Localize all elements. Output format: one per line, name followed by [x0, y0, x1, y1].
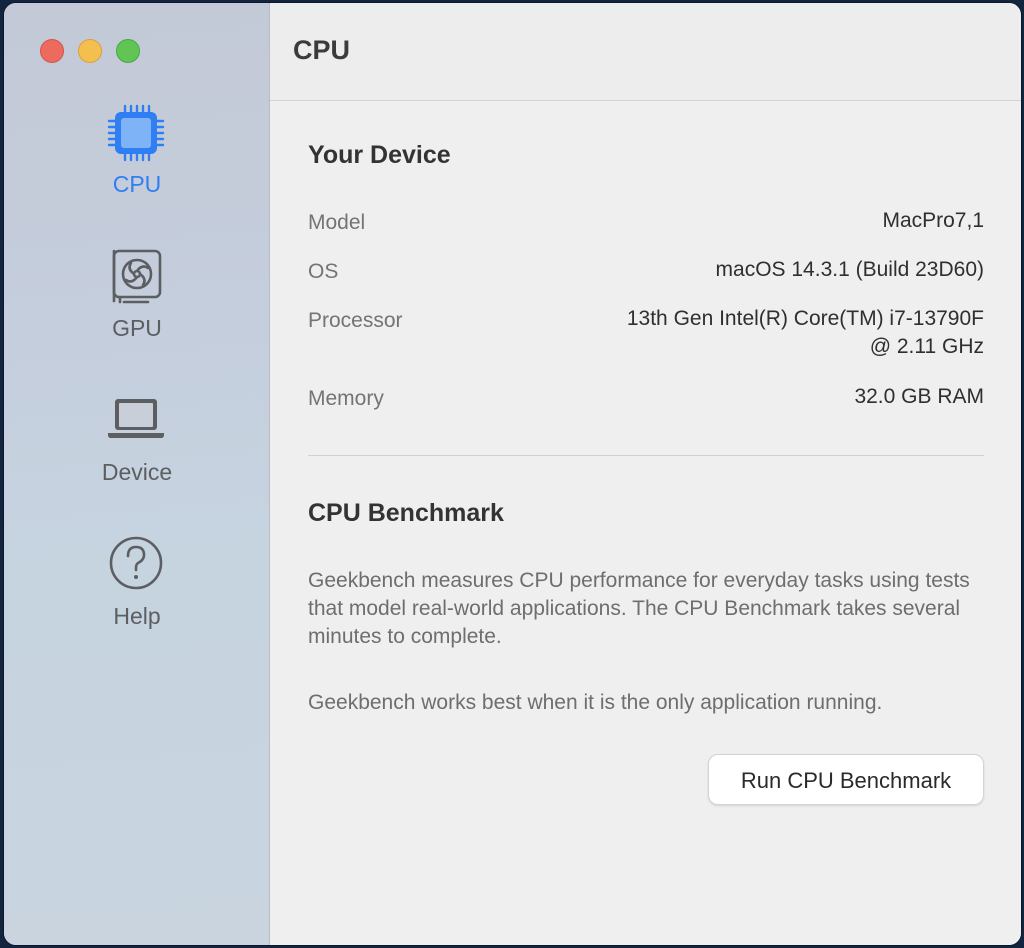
sidebar-item-label: Help — [113, 603, 161, 629]
os-value: macOS 14.3.1 (Build 23D60) — [715, 258, 984, 281]
page-title: CPU — [293, 35, 351, 65]
processor-value: 13th Gen Intel(R) Core(TM) i7-13790F @ 2… — [627, 305, 984, 361]
run-cpu-benchmark-button[interactable]: Run CPU Benchmark — [708, 754, 984, 805]
processor-value-line-1: 13th Gen Intel(R) Core(TM) i7-13790F — [626, 307, 984, 330]
zoom-window-button[interactable] — [116, 39, 140, 63]
memory-value: 32.0 GB RAM — [854, 385, 984, 408]
cpu-chip-icon — [107, 104, 165, 162]
section-heading-device: Your Device — [308, 141, 451, 169]
sidebar-item-device[interactable]: Device — [4, 389, 270, 513]
question-circle-icon — [109, 536, 163, 590]
memory-label: Memory — [308, 387, 384, 410]
content-pane: CPU Your Device Model MacPro7,1 OS macOS… — [270, 3, 1021, 945]
gpu-card-icon — [112, 249, 162, 304]
benchmark-note: Geekbench works best when it is the only… — [308, 691, 883, 714]
title-bar: CPU — [270, 3, 1021, 101]
sidebar-item-cpu[interactable]: CPU — [4, 101, 270, 225]
minimize-window-button[interactable] — [78, 39, 102, 63]
app-window: CPU GPU Device Help CPU Your Device Mode… — [4, 3, 1021, 945]
sidebar-item-label: Device — [101, 459, 173, 485]
sidebar-item-label: CPU — [112, 171, 162, 197]
sidebar-item-gpu[interactable]: GPU — [4, 245, 270, 369]
os-label: OS — [308, 260, 339, 283]
section-heading-benchmark: CPU Benchmark — [308, 499, 504, 527]
benchmark-description: Geekbench measures CPU performance for e… — [308, 569, 970, 648]
model-label: Model — [308, 211, 366, 234]
sidebar-item-help[interactable]: Help — [4, 533, 270, 657]
close-window-button[interactable] — [40, 39, 64, 63]
main-panel: Your Device Model MacPro7,1 OS macOS 14.… — [270, 101, 1021, 945]
processor-label: Processor — [308, 309, 403, 332]
section-divider — [308, 455, 984, 456]
sidebar-item-label: GPU — [112, 315, 162, 341]
model-value: MacPro7,1 — [882, 209, 984, 232]
processor-value-line-2: @ 2.11 GHz — [869, 335, 984, 358]
laptop-icon — [108, 399, 164, 438]
sidebar: CPU GPU Device Help — [4, 3, 270, 945]
